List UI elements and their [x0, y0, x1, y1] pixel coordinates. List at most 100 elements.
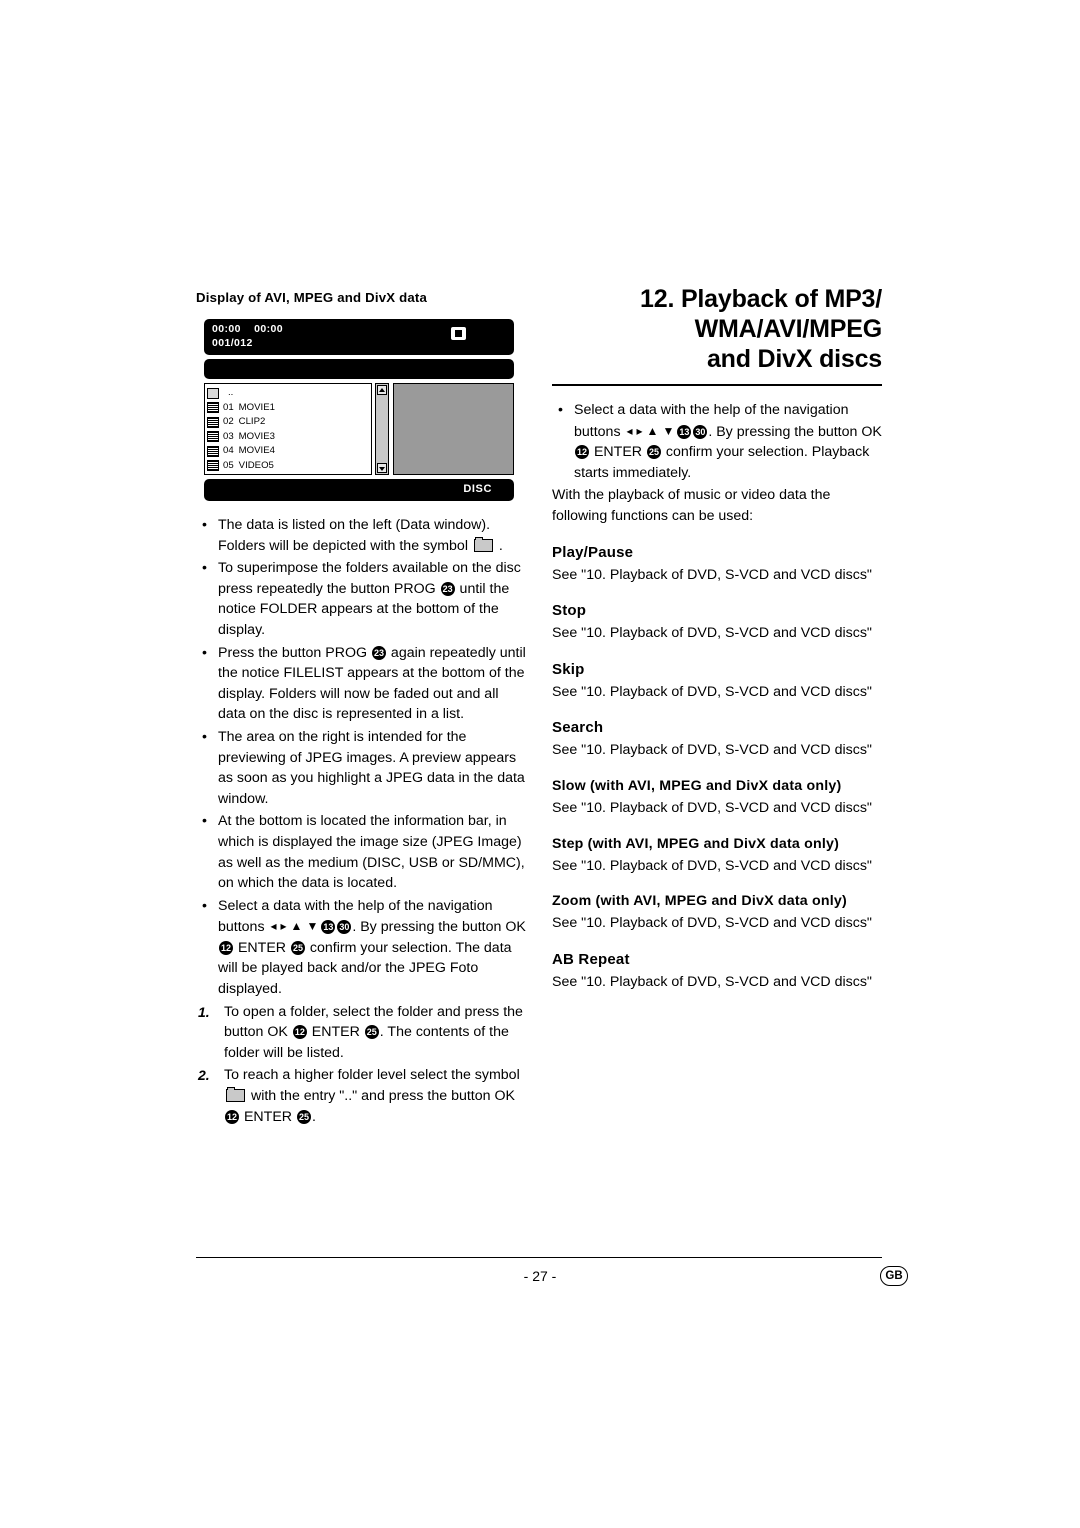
- list-item-number: 03: [223, 430, 234, 442]
- file-icon: [207, 416, 219, 428]
- key-13: 13: [321, 920, 336, 935]
- list-item: 04 MOVIE4: [207, 444, 371, 459]
- left-bullet-list: The data is listed on the left (Data win…: [196, 515, 528, 1000]
- subsection-heading-skip: Skip: [552, 660, 585, 678]
- stop-icon: [451, 327, 466, 340]
- folder-icon: [207, 387, 219, 399]
- device-secondary-bar: [204, 359, 514, 379]
- device-body: .. 01 MOVIE1 02 CLIP2 03 MOVIE3 04 MOVIE…: [204, 383, 514, 475]
- page-title-line3: and DivX discs: [706, 345, 882, 373]
- list-item-number: 2.: [198, 1067, 210, 1084]
- list-item: 03 MOVIE3: [207, 430, 371, 445]
- list-item: ..: [207, 386, 371, 401]
- list-item-label: MOVIE4: [238, 445, 275, 456]
- file-icon: [207, 460, 219, 472]
- key-12: 12: [219, 940, 233, 955]
- list-item-number: 01: [223, 401, 234, 413]
- title-divider: [552, 384, 882, 386]
- list-item: Select a data with the help of the navig…: [196, 896, 528, 1000]
- right-intro-paragraph: With the playback of music or video data…: [552, 487, 831, 524]
- device-info-bar: DISC: [204, 479, 514, 501]
- list-item: Select a data with the help of the navig…: [552, 400, 882, 483]
- subsection-heading-search: Search: [552, 719, 604, 737]
- left-section-title: Display of AVI, MPEG and DivX data: [196, 290, 428, 305]
- key-25: 25: [290, 940, 305, 955]
- page-number: - 27 -: [523, 1268, 557, 1284]
- footer-divider: [196, 1257, 882, 1258]
- list-item: The area on the right is intended for th…: [196, 727, 528, 809]
- key-25: 25: [296, 1109, 311, 1124]
- list-item: 2. To reach a higher folder level select …: [198, 1067, 520, 1125]
- list-item: 01 MOVIE1: [207, 401, 371, 416]
- scroll-up-icon: [377, 385, 387, 395]
- subsection-heading-slow: Slow (with AVI, MPEG and DivX data only): [552, 777, 842, 794]
- device-time-total: 00:00: [254, 323, 283, 335]
- medium-label: DISC: [463, 483, 492, 495]
- subsection-ref-zoom: See "10. Playback of DVD, S-VCD and VCD …: [552, 915, 872, 932]
- folder-icon: [226, 1087, 245, 1103]
- list-item-number: 04: [223, 445, 234, 456]
- arrow-down-icon: ▼: [306, 919, 319, 934]
- key-25: 25: [646, 445, 661, 460]
- list-item: 05 VIDEO5: [207, 459, 371, 474]
- arrow-up-icon: ▲: [646, 423, 659, 438]
- page-title: 12. Playback of MP3/ WMA/AVI/MPEG and Di…: [552, 284, 882, 374]
- arrow-right-icon: ▸: [636, 423, 643, 438]
- arrow-down-icon: ▼: [662, 423, 675, 438]
- list-item: The data is listed on the left (Data win…: [196, 515, 528, 556]
- subsection-heading-step: Step (with AVI, MPEG and DivX data only): [552, 835, 840, 852]
- list-item-number: 02: [223, 416, 234, 427]
- list-item-number: 1.: [198, 1003, 210, 1020]
- list-item-number: 05: [223, 459, 234, 471]
- subsection-ref-search: See "10. Playback of DVD, S-VCD and VCD …: [552, 742, 872, 759]
- list-item-label: CLIP2: [238, 416, 266, 427]
- arrow-right-icon: ▸: [280, 919, 287, 934]
- device-data-window: .. 01 MOVIE1 02 CLIP2 03 MOVIE3 04 MOVIE…: [204, 383, 372, 475]
- arrow-up-icon: ▲: [290, 919, 303, 934]
- page-title-line2: WMA/AVI/MPEG: [694, 315, 883, 343]
- subsection-ref-stop: See "10. Playback of DVD, S-VCD and VCD …: [552, 625, 872, 642]
- list-item: 02 CLIP2: [207, 415, 371, 430]
- subsection-ref-play-pause: See "10. Playback of DVD, S-VCD and VCD …: [552, 566, 872, 583]
- folder-icon: [473, 536, 493, 552]
- arrow-left-icon: ◂: [626, 423, 633, 438]
- preview-pane: [393, 383, 514, 475]
- key-12: 12: [575, 445, 589, 460]
- list-item: At the bottom is located the information…: [196, 811, 528, 893]
- subsection-heading-ab-repeat: AB Repeat: [552, 950, 630, 968]
- list-item: 1. To open a folder, select the folder an…: [198, 1003, 523, 1061]
- arrow-left-icon: ◂: [270, 919, 277, 934]
- right-bullet-list: Select a data with the help of the navig…: [552, 400, 882, 483]
- key-23: 23: [371, 645, 386, 660]
- subsection-heading-stop: Stop: [552, 602, 587, 620]
- key-12: 12: [225, 1109, 239, 1124]
- key-30: 30: [693, 424, 708, 439]
- list-item-label: MOVIE1: [238, 401, 275, 413]
- page-title-line1: 12. Playback of MP3/: [640, 285, 882, 313]
- manual-page: Display of AVI, MPEG and DivX data 00:00…: [0, 0, 1080, 1528]
- subsection-ref-ab-repeat: See "10. Playback of DVD, S-VCD and VCD …: [552, 973, 872, 990]
- scrollbar: [375, 383, 389, 475]
- list-item-label: ..: [228, 387, 234, 398]
- device-time-elapsed: 00:00: [212, 323, 241, 335]
- right-column: 12. Playback of MP3/ WMA/AVI/MPEG and Di…: [552, 284, 882, 992]
- file-icon: [207, 445, 219, 457]
- key-25: 25: [364, 1025, 379, 1040]
- subsection-ref-slow: See "10. Playback of DVD, S-VCD and VCD …: [552, 799, 872, 816]
- language-badge: GB: [880, 1266, 908, 1286]
- list-item: Press the button PROG 23 again repeatedl…: [196, 643, 528, 725]
- key-30: 30: [337, 920, 352, 935]
- list-item: To superimpose the folders available on …: [196, 558, 528, 640]
- scroll-down-icon: [377, 463, 387, 473]
- file-icon: [207, 402, 219, 414]
- key-13: 13: [677, 424, 692, 439]
- device-screen-illustration: 00:00 00:00 001/012 .. 01 MOVIE1 02 CLIP…: [204, 319, 514, 501]
- key-23: 23: [440, 581, 455, 596]
- left-column: Display of AVI, MPEG and DivX data 00:00…: [196, 290, 528, 1129]
- subsection-heading-zoom: Zoom (with AVI, MPEG and DivX data only): [552, 893, 847, 910]
- subsection-ref-step: See "10. Playback of DVD, S-VCD and VCD …: [552, 857, 872, 874]
- left-numbered-list: 1. To open a folder, select the folder an…: [196, 1002, 528, 1128]
- device-top-status-bar: 00:00 00:00 001/012: [204, 319, 514, 355]
- subsection-heading-play-pause: Play/Pause: [552, 543, 634, 561]
- list-item-label: VIDEO5: [238, 459, 274, 471]
